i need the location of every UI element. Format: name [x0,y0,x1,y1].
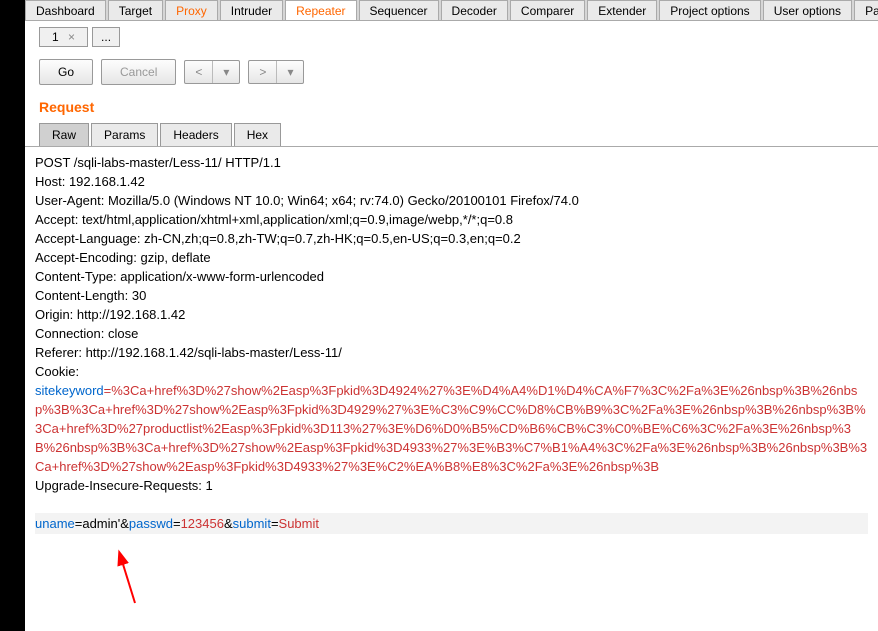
tab-target[interactable]: Target [108,0,163,20]
view-tab-raw[interactable]: Raw [39,123,89,146]
tab-dashboard[interactable]: Dashboard [25,0,106,20]
header-accept-encoding: Accept-Encoding: gzip, deflate [35,248,868,267]
request-body: uname=admin'&passwd=123456&submit=Submit [35,513,868,534]
next-dropdown-icon[interactable]: ▾ [277,61,303,83]
request-line: POST /sqli-labs-master/Less-11/ HTTP/1.1 [35,153,868,172]
header-connection: Connection: close [35,324,868,343]
request-title: Request [25,95,878,123]
cancel-button[interactable]: Cancel [101,59,176,85]
tab-project-options[interactable]: Project options [659,0,760,20]
cookie-value: %3Ca+href%3D%27show%2Easp%3Fpkid%3D4924%… [35,383,867,474]
tab-proxy[interactable]: Proxy [165,0,218,20]
tab-user-options[interactable]: User options [763,0,852,20]
header-user-agent: User-Agent: Mozilla/5.0 (Windows NT 10.0… [35,191,868,210]
header-content-length: Content-Length: 30 [35,286,868,305]
header-accept-language: Accept-Language: zh-CN,zh;q=0.8,zh-TW;q=… [35,229,868,248]
top-tab-bar: Dashboard Target Proxy Intruder Repeater… [25,0,878,21]
header-referer: Referer: http://192.168.1.42/sqli-labs-m… [35,343,868,362]
left-dark-bar [0,0,25,631]
header-cookie-label: Cookie: [35,362,868,381]
tab-decoder[interactable]: Decoder [441,0,508,20]
eq-sign: = [173,516,181,531]
header-origin: Origin: http://192.168.1.42 [35,305,868,324]
view-tab-params[interactable]: Params [91,123,158,146]
raw-request-editor[interactable]: POST /sqli-labs-master/Less-11/ HTTP/1.1… [25,147,878,540]
nav-next-group: > ▾ [248,60,304,84]
toolbar: Go Cancel < ▾ > ▾ [25,53,878,95]
repeater-tab-more[interactable]: ... [92,27,120,47]
tab-repeater[interactable]: Repeater [285,0,356,20]
nav-prev-group: < ▾ [184,60,240,84]
prev-button[interactable]: < [185,61,213,83]
next-button[interactable]: > [249,61,277,83]
repeater-tab-1[interactable]: 1 × [39,27,88,47]
eq-sign: = [271,516,279,531]
param-submit-key: submit [233,516,271,531]
param-passwd-val: 123456 [181,516,224,531]
header-upgrade: Upgrade-Insecure-Requests: 1 [35,476,868,495]
annotation-arrow-icon [107,555,147,613]
prev-dropdown-icon[interactable]: ▾ [213,61,239,83]
view-tab-hex[interactable]: Hex [234,123,281,146]
tab-sequencer[interactable]: Sequencer [359,0,439,20]
header-accept: Accept: text/html,application/xhtml+xml,… [35,210,868,229]
header-content-type: Content-Type: application/x-www-form-url… [35,267,868,286]
go-button[interactable]: Go [39,59,93,85]
amp-sign: & [224,516,233,531]
tab-extender[interactable]: Extender [587,0,657,20]
cookie-key: sitekeyword [35,383,104,398]
repeater-tabs-row: 1 × ... [25,21,878,53]
tab-passive[interactable]: Passi [854,0,878,20]
main-content: Dashboard Target Proxy Intruder Repeater… [25,0,878,540]
tab-intruder[interactable]: Intruder [220,0,283,20]
close-icon[interactable]: × [68,30,75,44]
param-submit-val: Submit [279,516,319,531]
view-tabs: Raw Params Headers Hex [25,123,878,147]
header-host: Host: 192.168.1.42 [35,172,868,191]
amp-sign: & [120,516,129,531]
view-tab-headers[interactable]: Headers [160,123,231,146]
header-cookie-value: sitekeyword=%3Ca+href%3D%27show%2Easp%3F… [35,381,868,476]
repeater-tab-label: 1 [52,30,59,44]
tab-comparer[interactable]: Comparer [510,0,585,20]
param-passwd-key: passwd [129,516,173,531]
param-uname-key: uname [35,516,75,531]
param-uname-val: admin' [82,516,120,531]
